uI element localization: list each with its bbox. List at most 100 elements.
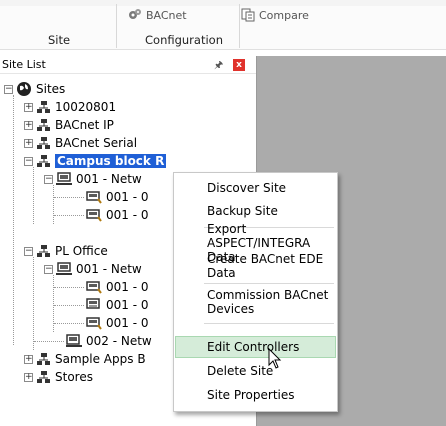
menu-item-discover-site[interactable]: Discover Site <box>174 177 337 199</box>
tree-connector <box>53 185 54 224</box>
tree-node-site[interactable]: − PL Office <box>24 242 108 260</box>
tree-node-controller[interactable]: 001 - 0 <box>86 206 149 224</box>
tree-node-network[interactable]: − 001 - Netw <box>44 260 142 278</box>
ribbon-top-edge <box>0 0 446 6</box>
menu-separator <box>204 283 334 284</box>
tree-connector <box>54 287 84 288</box>
ribbon-separator <box>239 4 240 48</box>
tree-node-site-selected[interactable]: − Campus block R <box>24 152 167 170</box>
compare-icon <box>241 8 255 22</box>
tree-connector <box>34 341 64 342</box>
context-menu: Discover Site Backup Site Export ASPECT/… <box>173 172 338 412</box>
tree-node-site[interactable]: + BACnet IP <box>24 116 114 134</box>
bacnet-gear-icon <box>129 9 141 19</box>
network-monitor-icon <box>56 172 72 185</box>
tree-connector <box>54 197 84 198</box>
site-network-icon <box>37 154 50 167</box>
tree-connector <box>33 257 34 350</box>
bacnet-ribbon-label: BACnet <box>146 8 187 22</box>
menu-item-label: Delete Site <box>207 364 274 378</box>
tree-node-label: BACnet IP <box>55 118 114 132</box>
tree-node-label: 002 - Netw <box>86 334 152 348</box>
menu-item-label: Edit Controllers <box>207 340 300 354</box>
tree-node-label: 001 - 0 <box>106 316 149 330</box>
site-network-icon <box>37 100 50 113</box>
tree-node-controller[interactable]: 001 - 0 <box>86 278 149 296</box>
expand-icon[interactable]: + <box>24 354 33 364</box>
tree-node-site[interactable]: + BACnet Serial <box>24 134 137 152</box>
controller-icon <box>86 191 102 204</box>
site-network-icon <box>37 118 50 131</box>
tree-node-label: 10020801 <box>55 100 117 114</box>
menu-item-label: Discover Site <box>207 181 287 195</box>
tree-node-controller[interactable]: 001 - 0 <box>86 188 149 206</box>
site-group-label: Site <box>48 33 71 47</box>
collapse-icon[interactable]: − <box>4 84 13 94</box>
controller-icon <box>86 209 102 222</box>
site-list-title: Site List <box>2 58 46 71</box>
site-network-icon <box>37 136 50 149</box>
menu-item-label: Commission BACnet Devices <box>207 288 329 316</box>
menu-item-create-bacnet-ede[interactable]: Create BACnet EDE Data <box>174 252 337 280</box>
tree-node-label: Sample Apps B <box>55 352 146 366</box>
menu-item-export-aspect-integra[interactable]: Export ASPECT/INTEGRA Data <box>174 222 337 264</box>
menu-separator <box>204 323 334 324</box>
site-network-icon <box>37 352 50 365</box>
tree-node-label: Sites <box>36 82 66 96</box>
compare-ribbon-button[interactable]: Compare <box>241 8 309 22</box>
site-network-icon <box>37 370 50 383</box>
network-monitor-icon <box>56 262 72 275</box>
close-panel-button[interactable]: x <box>233 59 245 71</box>
tree-node-site[interactable]: + Stores <box>24 368 93 386</box>
tree-connector <box>54 215 84 216</box>
bacnet-ribbon-button[interactable]: BACnet <box>128 8 187 22</box>
tree-node-site[interactable]: + 10020801 <box>24 98 116 116</box>
expand-icon[interactable]: + <box>24 102 33 112</box>
tree-node-label: Stores <box>55 370 93 384</box>
tree-node-site[interactable]: + Sample Apps B <box>24 350 146 368</box>
collapse-icon[interactable]: − <box>24 246 33 256</box>
ribbon-group-separator <box>116 4 117 48</box>
mouse-cursor-icon <box>268 348 282 369</box>
menu-item-delete-site[interactable]: Delete Site <box>174 360 337 382</box>
tree-node-label: PL Office <box>55 244 108 258</box>
expand-icon[interactable]: + <box>24 372 33 382</box>
tree-node-label: 001 - 0 <box>106 280 149 294</box>
controller-icon <box>86 317 102 330</box>
tree-node-label: 001 - Netw <box>76 262 142 276</box>
menu-item-site-properties[interactable]: Site Properties <box>174 384 337 406</box>
tree-connector <box>54 305 84 306</box>
tree-node-label: 001 - 0 <box>106 298 149 312</box>
collapse-icon[interactable]: − <box>44 174 53 184</box>
tree-node-label: 001 - Netw <box>76 172 142 186</box>
menu-item-commission-bacnet[interactable]: Commission BACnet Devices <box>174 288 337 316</box>
menu-item-edit-controllers[interactable]: Edit Controllers <box>175 336 336 358</box>
site-network-icon <box>37 244 50 257</box>
menu-item-label: Site Properties <box>207 388 295 402</box>
tree-node-label: Campus block R <box>55 154 167 168</box>
tree-node-label: BACnet Serial <box>55 136 138 150</box>
tree-node-sites[interactable]: − Sites <box>4 80 65 98</box>
site-list-header: Site List 🖈︎ x <box>0 56 256 74</box>
globe-icon <box>17 82 31 96</box>
pin-icon[interactable]: 🖈︎ <box>214 58 223 75</box>
tree-node-label: 001 - 0 <box>106 190 149 204</box>
tree-connector <box>54 323 84 324</box>
expand-icon[interactable]: + <box>24 120 33 130</box>
ribbon: BACnet Compare Site Configuration <box>0 0 446 50</box>
network-device-icon <box>66 334 82 347</box>
controller-icon <box>86 281 102 294</box>
tree-node-controller[interactable]: 001 - 0 <box>86 314 149 332</box>
compare-ribbon-label: Compare <box>259 8 309 22</box>
expand-icon[interactable]: + <box>24 138 33 148</box>
menu-item-label: Create BACnet EDE Data <box>207 252 324 280</box>
collapse-icon[interactable]: − <box>44 264 53 274</box>
collapse-icon[interactable]: − <box>24 156 33 166</box>
tree-node-controller[interactable]: 001 - 0 <box>86 296 149 314</box>
menu-item-backup-site[interactable]: Backup Site <box>174 200 337 222</box>
tree-connector <box>13 95 14 345</box>
controller-icon <box>86 298 100 309</box>
tree-node-network[interactable]: − 001 - Netw <box>44 170 142 188</box>
tree-node-network[interactable]: 002 - Netw <box>66 332 152 350</box>
menu-item-label: Backup Site <box>207 204 278 218</box>
